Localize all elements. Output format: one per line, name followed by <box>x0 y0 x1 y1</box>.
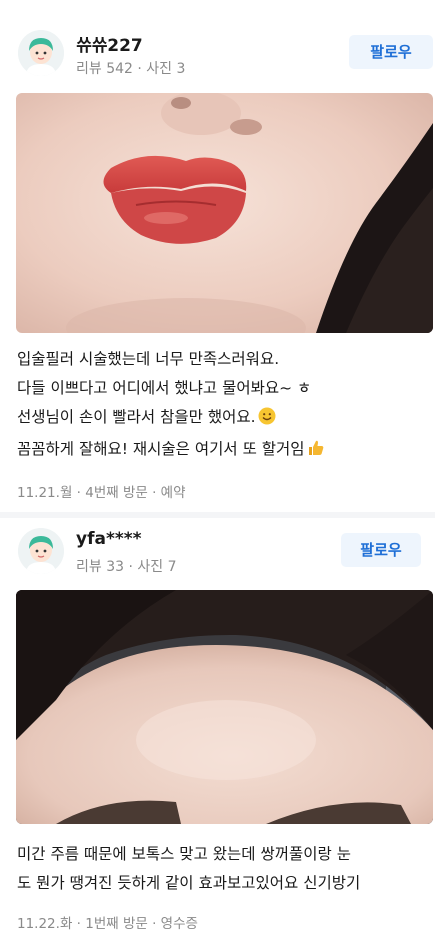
user-avatar-icon[interactable] <box>18 30 64 76</box>
review-photo[interactable] <box>16 93 433 333</box>
follow-button[interactable]: 팔로우 <box>341 533 421 567</box>
review-text-line: 입술필러 시술했는데 너무 만족스러워요. <box>17 350 280 368</box>
user-stats: 리뷰 542 · 사진 3 <box>76 61 186 77</box>
user-avatar-icon[interactable] <box>18 528 64 574</box>
review-text-line: 선생님이 손이 빨라서 참을만 했어요. <box>17 403 429 435</box>
review-divider <box>0 512 435 518</box>
thumbs-up-emoji <box>307 438 325 467</box>
review-text-line: 다들 이쁘다고 어디에서 했냐고 물어봐요~ ㅎ <box>17 379 312 397</box>
user-name[interactable]: yfa**** <box>76 529 142 549</box>
review-text: 입술필러 시술했는데 너무 만족스러워요. 다들 이쁘다고 어디에서 했냐고 물… <box>17 345 429 467</box>
review-text-line: 미간 주름 때문에 보톡스 맞고 왔는데 쌍꺼풀이랑 눈 <box>17 845 351 863</box>
review-meta: 11.21.월 · 4번째 방문 · 예약 <box>17 485 186 501</box>
review-text-line: 꼼꼼하게 잘해요! 재시술은 여기서 또 할거임 <box>17 435 429 467</box>
user-name[interactable]: 쓔쓔227 <box>76 31 143 56</box>
review-text-line: 도 뭔가 땡겨진 듯하게 같이 효과보고있어요 신기방기 <box>17 874 361 892</box>
smiling-face-emoji <box>258 406 276 435</box>
follow-button[interactable]: 팔로우 <box>349 35 433 69</box>
review-text: 미간 주름 때문에 보톡스 맞고 왔는데 쌍꺼풀이랑 눈 도 뭔가 땡겨진 듯하… <box>17 840 429 898</box>
user-stats: 리뷰 33 · 사진 7 <box>76 559 177 575</box>
review-photo[interactable] <box>16 590 433 824</box>
review-meta: 11.22.화 · 1번째 방문 · 영수증 <box>17 916 198 932</box>
